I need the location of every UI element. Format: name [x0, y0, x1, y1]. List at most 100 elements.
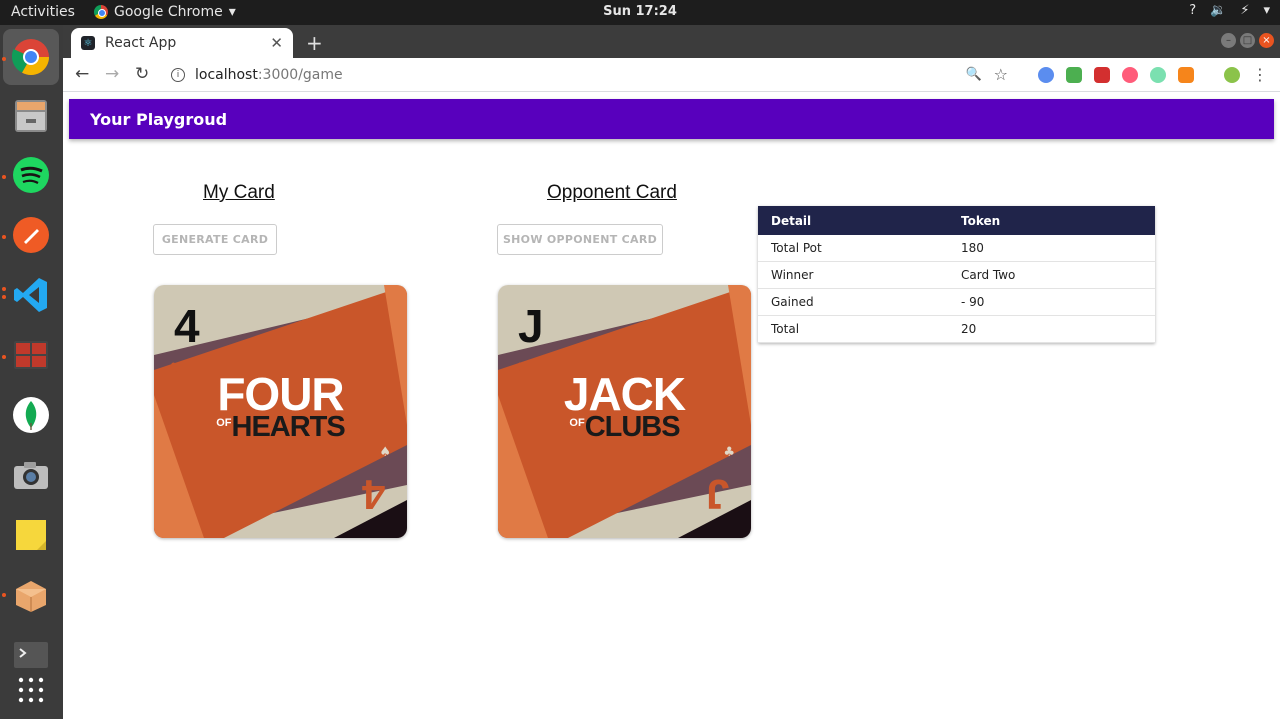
app-bar: Your Playgroud — [69, 99, 1274, 139]
table-cell: 180 — [961, 241, 984, 255]
chrome-icon — [11, 39, 50, 76]
extension-icon[interactable] — [1122, 66, 1138, 83]
tab-title: React App — [105, 35, 177, 51]
system-top-bar: Activities Google Chrome ▾ Sun 17:24 ? 🔉… — [0, 0, 1280, 25]
tab-strip: ⚛ React App ✕ + – □ × — [63, 25, 1280, 58]
tab-close-button[interactable]: ✕ — [270, 34, 283, 52]
show-opponent-card-button[interactable]: SHOW OPPONENT CARD — [497, 224, 663, 255]
forward-button[interactable]: → — [105, 64, 119, 84]
new-tab-button[interactable]: + — [306, 31, 323, 55]
terminal-split-icon — [14, 341, 48, 369]
star-icon[interactable]: ☆ — [994, 65, 1008, 84]
vscode-icon — [14, 278, 47, 312]
dock-sticky-notes[interactable] — [8, 512, 54, 558]
window-controls: – □ × — [1221, 33, 1274, 48]
table-cell: Total Pot — [771, 241, 822, 255]
extension-icon[interactable] — [1038, 66, 1054, 83]
card-suit: HEARTS — [231, 411, 346, 443]
card-rank-inverted: J — [705, 471, 729, 518]
react-icon: ⚛ — [81, 36, 95, 50]
dock-terminal-multiplexer[interactable] — [8, 332, 54, 378]
system-tray[interactable]: ? 🔉 ⚡ ▾ — [1189, 3, 1270, 18]
card-of: OF — [216, 417, 232, 429]
card-suit-line: OFCLUBS — [498, 411, 751, 444]
dock-files[interactable] — [8, 92, 54, 138]
extension-icon[interactable] — [1066, 66, 1082, 83]
reload-button[interactable]: ↻ — [135, 64, 149, 84]
maximize-button[interactable]: □ — [1240, 33, 1255, 48]
dock-screenshot[interactable] — [8, 452, 54, 498]
browser-toolbar: ← → ↻ i localhost :3000/game 🔍 ☆ ⋮ — [63, 58, 1280, 92]
app-title: Your Playgroud — [90, 109, 228, 129]
spade-icon: ♠ — [379, 445, 391, 460]
show-applications-button[interactable] — [8, 667, 54, 713]
zoom-icon[interactable]: 🔍 — [965, 67, 981, 82]
chrome-window: ⚛ React App ✕ + – □ × ← → ↻ i localhost … — [63, 25, 1280, 719]
file-cabinet-icon — [15, 100, 47, 132]
table-cell: 20 — [961, 322, 977, 336]
address-bar[interactable]: i localhost :3000/game — [171, 63, 1011, 87]
running-indicator — [2, 287, 6, 291]
clock[interactable]: Sun 17:24 — [0, 4, 1280, 19]
card-of: OF — [569, 417, 585, 429]
postman-icon — [13, 217, 49, 253]
my-playing-card: 4 ♥ FOUR OFHEARTS ♠ 4 — [154, 285, 407, 538]
dock-vscode[interactable] — [8, 272, 54, 318]
card-suit-line: OFHEARTS — [154, 411, 407, 444]
running-indicator — [2, 593, 6, 597]
profile-avatar[interactable] — [1224, 66, 1240, 83]
chevron-down-icon[interactable]: ▾ — [1263, 3, 1270, 18]
table-header: Detail Token — [758, 206, 1155, 235]
results-table: Detail Token Total Pot 180 Winner Card T… — [758, 206, 1155, 343]
shopping-bag-icon — [16, 581, 46, 612]
generate-card-button[interactable]: GENERATE CARD — [153, 224, 277, 255]
card-rank-inverted: 4 — [361, 471, 385, 518]
running-indicator — [2, 235, 6, 239]
table-row: Gained - 90 — [758, 289, 1155, 316]
url-host: localhost — [195, 67, 258, 83]
dock-chrome[interactable] — [3, 29, 59, 85]
table-cell: Winner — [771, 268, 814, 282]
help-icon[interactable]: ? — [1189, 3, 1196, 18]
extension-icon[interactable] — [1150, 66, 1166, 83]
running-indicator — [2, 175, 6, 179]
table-cell: Gained — [771, 295, 814, 309]
running-indicator — [2, 355, 6, 359]
club-icon: ♣ — [723, 445, 735, 460]
dock-spotify[interactable] — [8, 152, 54, 198]
card-rank: J — [518, 300, 544, 352]
running-indicator — [2, 57, 6, 61]
mongodb-leaf-icon — [13, 397, 49, 433]
running-indicator — [2, 295, 6, 299]
dock-mongodb-compass[interactable] — [8, 392, 54, 438]
toolbar-icons: 🔍 ☆ ⋮ — [965, 65, 1268, 84]
opponent-playing-card: J ♣ JACK OFCLUBS ♣ J — [498, 285, 751, 538]
column-header: Token — [961, 213, 1001, 228]
metamask-fox-icon[interactable] — [1178, 66, 1194, 83]
my-card-title: My Card — [203, 182, 275, 203]
spotify-icon — [13, 157, 49, 193]
page-content: Your Playgroud My Card GENERATE CARD 4 ♥… — [63, 93, 1280, 719]
table-row: Total 20 — [758, 316, 1155, 343]
back-button[interactable]: ← — [75, 64, 89, 84]
battery-icon[interactable]: ⚡ — [1240, 3, 1249, 18]
sticky-note-icon — [16, 520, 46, 550]
extension-icon[interactable] — [1094, 66, 1110, 83]
column-header: Detail — [771, 213, 812, 228]
dock-app-store[interactable] — [8, 572, 54, 618]
close-window-button[interactable]: × — [1259, 33, 1274, 48]
kebab-menu-icon[interactable]: ⋮ — [1252, 65, 1268, 84]
dock-postman[interactable] — [8, 212, 54, 258]
tab-react-app[interactable]: ⚛ React App ✕ — [71, 28, 293, 58]
app-grid-icon — [18, 677, 44, 703]
table-cell: Card Two — [961, 268, 1016, 282]
url-path: :3000/game — [257, 67, 343, 83]
minimize-button[interactable]: – — [1221, 33, 1236, 48]
info-icon[interactable]: i — [171, 68, 185, 82]
card-suit: CLUBS — [584, 411, 681, 443]
table-row: Winner Card Two — [758, 262, 1155, 289]
table-row: Total Pot 180 — [758, 235, 1155, 262]
opponent-card-title: Opponent Card — [547, 182, 677, 203]
volume-icon[interactable]: 🔉 — [1210, 3, 1226, 18]
table-cell: - 90 — [961, 295, 985, 309]
